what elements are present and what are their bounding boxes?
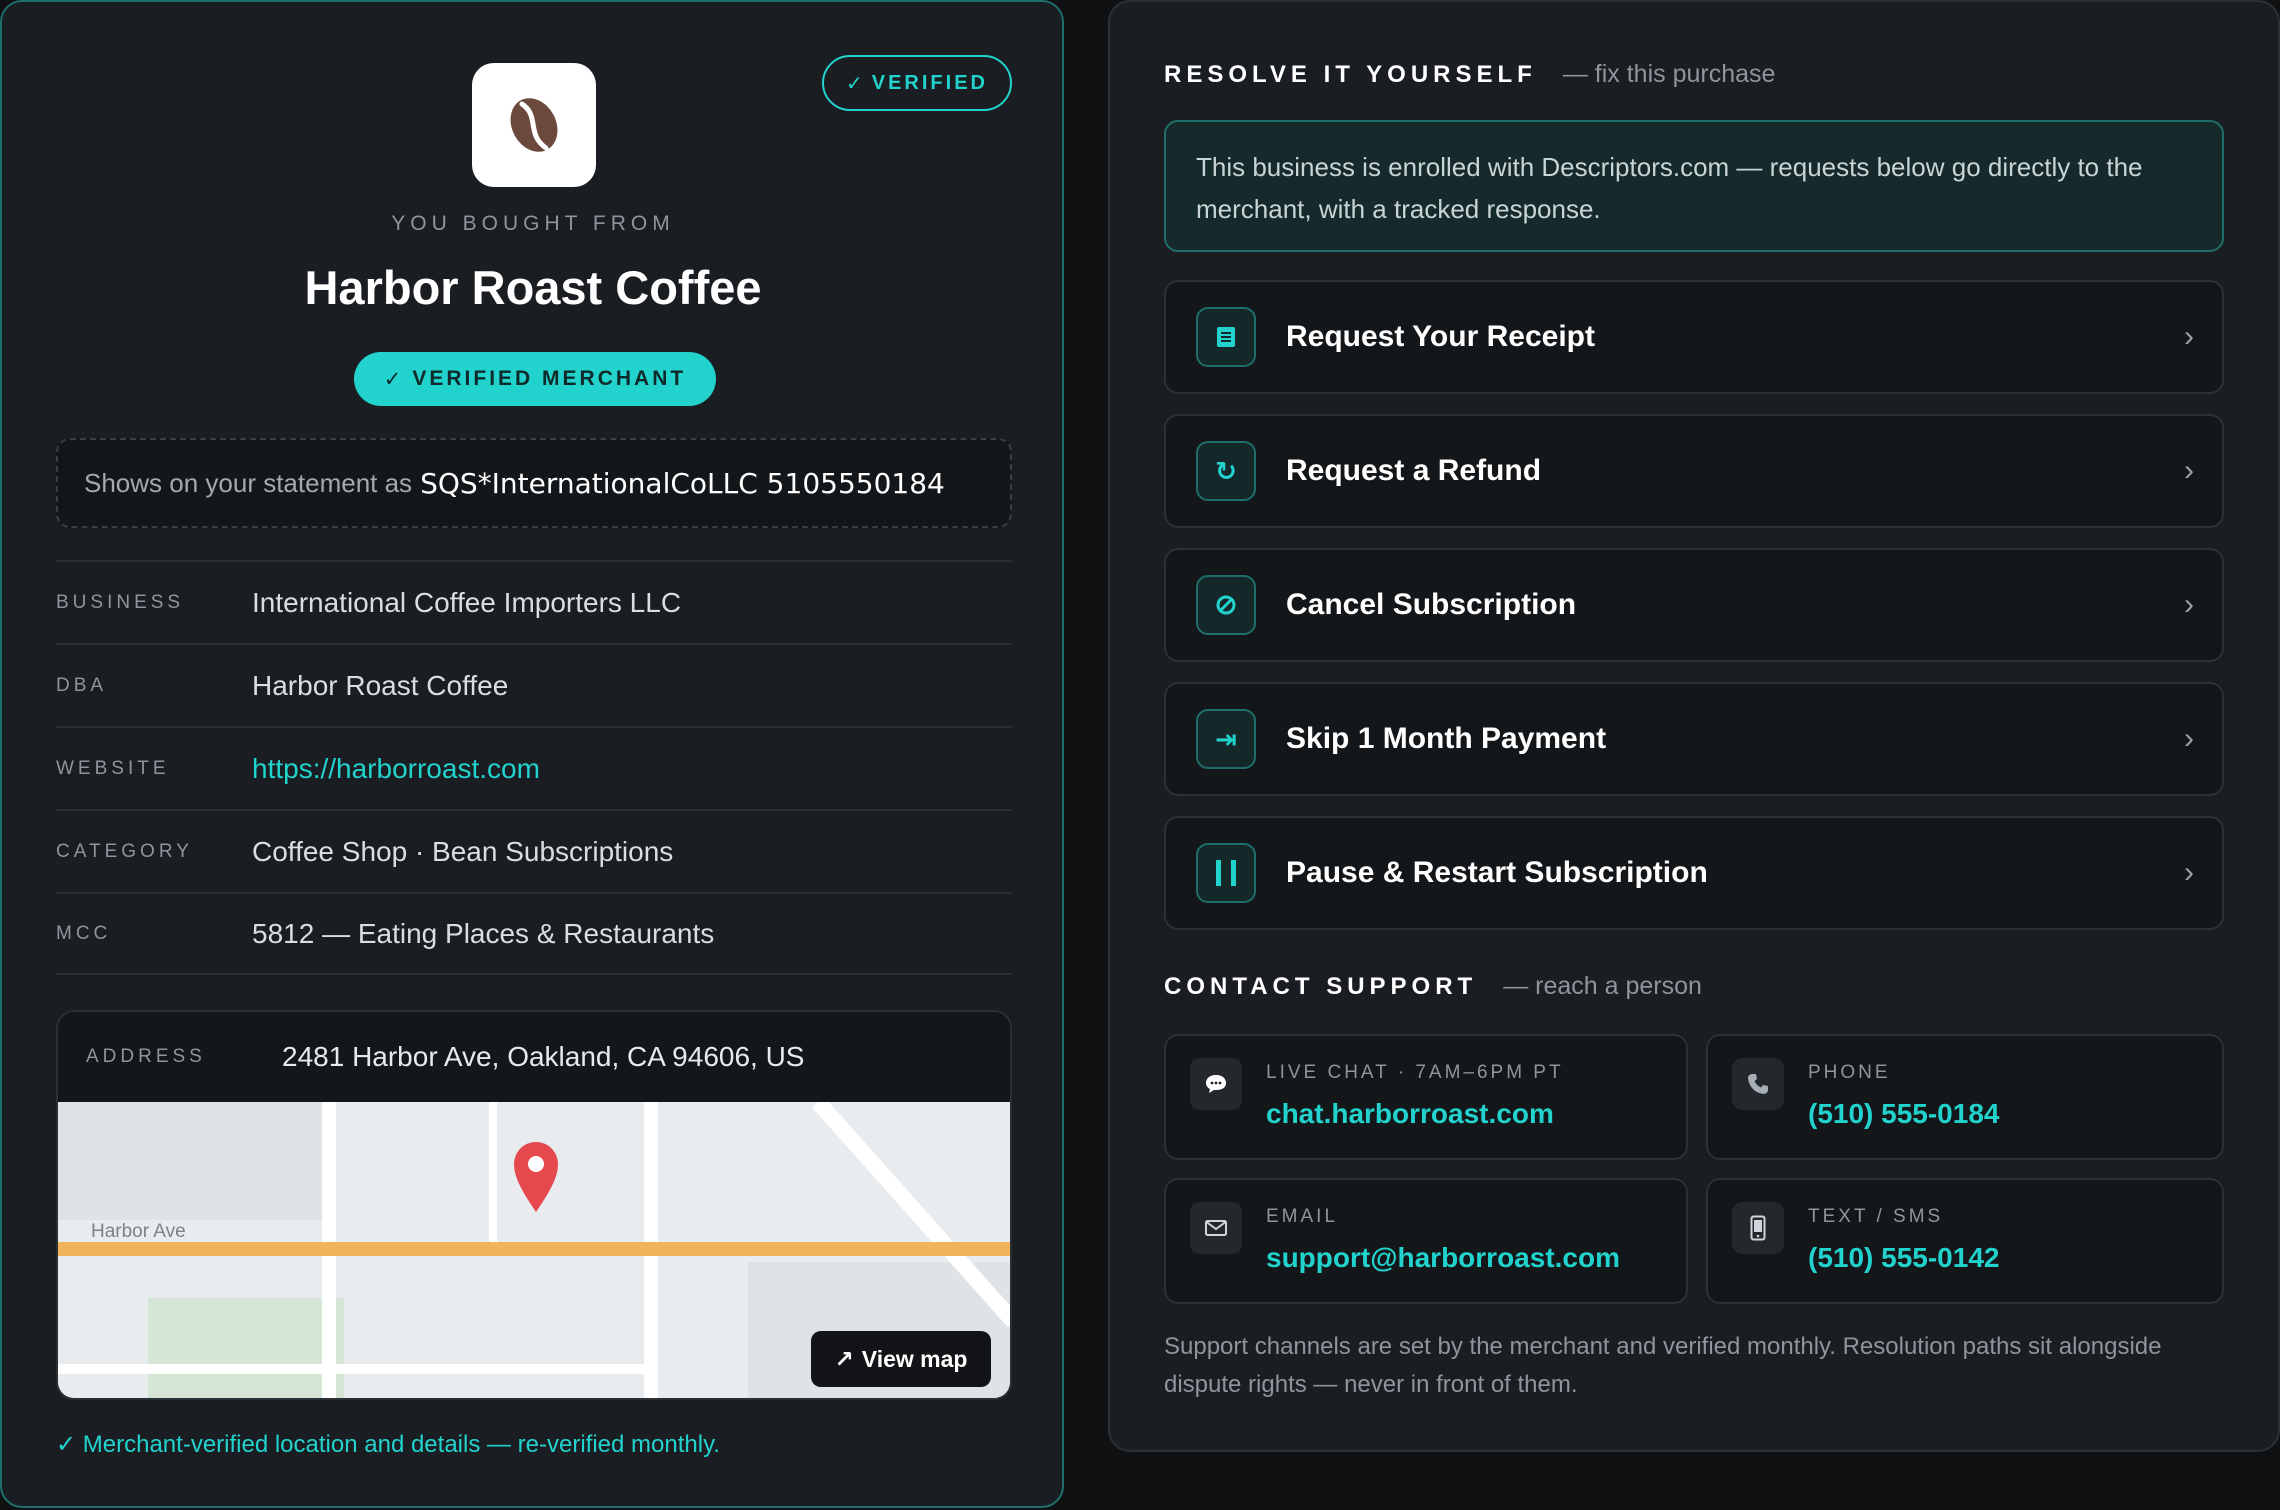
live-chat-card[interactable]: LIVE CHAT · 7AM–6PM PT chat.harborroast.… [1164, 1034, 1688, 1160]
verified-merchant-badge: ✓ VERIFIED MERCHANT [354, 352, 716, 406]
detail-row-dba: DBA Harbor Roast Coffee [56, 643, 1012, 726]
phone-card[interactable]: PHONE (510) 555-0184 [1706, 1034, 2224, 1160]
resolution-actions: Request Your Receipt › ↻ Request a Refun… [1164, 280, 2224, 950]
chevron-right-icon: › [2184, 454, 2194, 487]
chevron-right-icon: › [2184, 320, 2194, 353]
detail-value: 5812 — Eating Places & Restaurants [252, 917, 715, 949]
merchant-logo [472, 63, 596, 187]
resolve-section-header: RESOLVE IT YOURSELF — fix this purchase [1164, 60, 1775, 89]
action-label: Cancel Subscription [1286, 588, 1577, 621]
detail-row-business: BUSINESS International Coffee Importers … [56, 560, 1012, 643]
phone-icon [1732, 1058, 1784, 1110]
verified-merchant-label: VERIFIED MERCHANT [412, 367, 687, 390]
resolution-panel: RESOLVE IT YOURSELF — fix this purchase … [1108, 0, 2280, 1452]
sms-card[interactable]: TEXT / SMS (510) 555-0142 [1706, 1178, 2224, 1304]
merchant-panel: ✓ VERIFIED YOU BOUGHT FROM Harbor Roast … [0, 0, 1064, 1508]
refund-icon: ↻ [1196, 441, 1256, 501]
detail-label: CATEGORY [56, 840, 193, 862]
support-fine-print: Support channels are set by the merchant… [1164, 1333, 2162, 1398]
address-label: ADDRESS [86, 1046, 206, 1067]
detail-value: International Coffee Importers LLC [252, 586, 682, 618]
check-icon: ✓ [56, 1431, 77, 1458]
mobile-icon [1732, 1202, 1784, 1254]
cancel-subscription-button[interactable]: Cancel Subscription › [1164, 548, 2224, 662]
detail-value: Harbor Roast Coffee [252, 669, 509, 701]
contact-label: TEXT / SMS [1808, 1206, 1944, 1227]
address-value: 2481 Harbor Ave, Oakland, CA 94606, US [282, 1041, 805, 1072]
support-subtitle: — reach a person [1503, 972, 1702, 1000]
enrollment-notice: This business is enrolled with Descripto… [1164, 120, 2224, 252]
chevron-right-icon: › [2184, 856, 2194, 889]
live-chat-link[interactable]: chat.harborroast.com [1266, 1098, 1554, 1130]
verification-footnote: ✓ Merchant-verified location and details… [56, 1430, 720, 1459]
statement-prefix: Shows on your statement as [84, 467, 413, 498]
merchant-details: BUSINESS International Coffee Importers … [56, 560, 1012, 975]
statement-code: SQS*InternationalCoLLC 5105550184 [420, 466, 945, 500]
detail-label: MCC [56, 922, 112, 944]
address-card: ADDRESS 2481 Harbor Ave, Oakland, CA 946… [56, 1010, 1012, 1400]
action-label: Request Your Receipt [1286, 320, 1595, 353]
resolve-title: RESOLVE IT YOURSELF [1164, 61, 1537, 88]
view-map-label: View map [861, 1345, 968, 1372]
receipt-icon [1196, 307, 1256, 367]
support-title: CONTACT SUPPORT [1164, 973, 1478, 1000]
detail-label: WEBSITE [56, 757, 170, 779]
detail-label: BUSINESS [56, 591, 185, 613]
address-header: ADDRESS 2481 Harbor Ave, Oakland, CA 946… [58, 1012, 1010, 1102]
request-receipt-button[interactable]: Request Your Receipt › [1164, 280, 2224, 394]
detail-row-category: CATEGORY Coffee Shop · Bean Subscription… [56, 809, 1012, 892]
statement-descriptor: Shows on your statement as SQS*Internati… [56, 438, 1012, 528]
website-link[interactable]: https://harborroast.com [252, 753, 540, 785]
chevron-right-icon: › [2184, 722, 2194, 755]
cancel-icon [1196, 575, 1256, 635]
action-label: Pause & Restart Subscription [1286, 856, 1708, 889]
action-label: Request a Refund [1286, 454, 1542, 487]
request-refund-button[interactable]: ↻ Request a Refund › [1164, 414, 2224, 528]
pause-restart-button[interactable]: Pause & Restart Subscription › [1164, 816, 2224, 930]
detail-label: DBA [56, 674, 108, 696]
email-icon [1190, 1202, 1242, 1254]
check-icon: ✓ [383, 367, 405, 391]
merchant-name: Harbor Roast Coffee [304, 261, 762, 314]
phone-link[interactable]: (510) 555-0184 [1808, 1098, 1999, 1130]
email-link[interactable]: support@harborroast.com [1266, 1242, 1620, 1274]
coffee-bean-icon [510, 98, 558, 152]
eyebrow-you-bought-from: YOU BOUGHT FROM [391, 212, 675, 235]
contact-label: PHONE [1808, 1062, 1891, 1083]
footnote-text: Merchant-verified location and details —… [82, 1431, 720, 1458]
support-section-header: CONTACT SUPPORT — reach a person [1164, 972, 1702, 1001]
location-map[interactable]: Harbor Ave ↗ View map [58, 1096, 1010, 1398]
contact-label: LIVE CHAT · 7AM–6PM PT [1266, 1062, 1564, 1083]
chevron-right-icon: › [2184, 588, 2194, 621]
sms-link[interactable]: (510) 555-0142 [1808, 1242, 1999, 1274]
skip-icon: ⇥ [1196, 709, 1256, 769]
detail-row-mcc: MCC 5812 — Eating Places & Restaurants [56, 892, 1012, 975]
contact-label: EMAIL [1266, 1206, 1339, 1227]
detail-row-website: WEBSITE https://harborroast.com [56, 726, 1012, 809]
external-arrow-icon: ↗ [834, 1345, 854, 1372]
detail-value: Coffee Shop · Bean Subscriptions [252, 835, 674, 867]
action-label: Skip 1 Month Payment [1286, 722, 1607, 755]
resolve-subtitle: — fix this purchase [1562, 60, 1776, 88]
pause-icon [1196, 843, 1256, 903]
email-card[interactable]: EMAIL support@harborroast.com [1164, 1178, 1688, 1304]
map-street-label: Harbor Ave [91, 1221, 186, 1242]
verified-badge: ✓ VERIFIED [822, 55, 1012, 111]
check-icon: ✓ [845, 72, 866, 95]
chat-icon [1190, 1058, 1242, 1110]
view-map-button[interactable]: ↗ View map [811, 1331, 991, 1387]
verified-badge-label: VERIFIED [871, 71, 988, 94]
skip-month-button[interactable]: ⇥ Skip 1 Month Payment › [1164, 682, 2224, 796]
